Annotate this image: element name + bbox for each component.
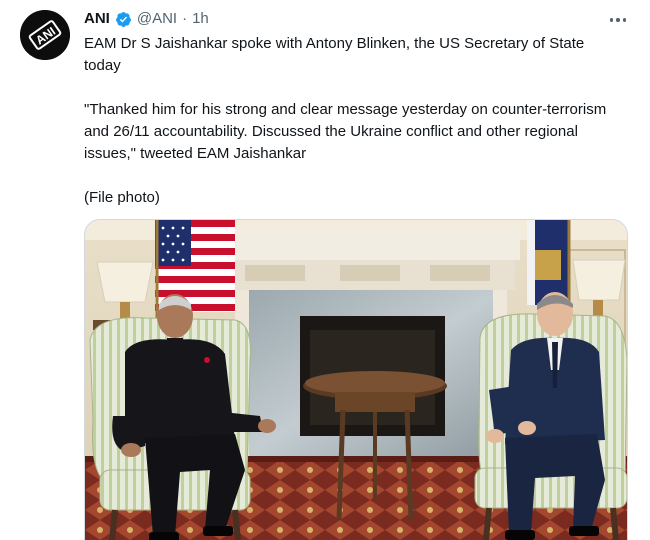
ani-logo-icon[interactable]: ANI — [20, 10, 70, 60]
tweet-photo[interactable] — [84, 219, 628, 540]
separator-dot: · — [182, 10, 188, 27]
tweet-header: ANI @ANI · 1h — [84, 9, 209, 29]
tweet-timestamp[interactable]: 1h — [192, 9, 209, 29]
tweet-paragraph-1: EAM Dr S Jaishankar spoke with Antony Bl… — [84, 35, 585, 74]
more-options-icon[interactable] — [606, 10, 630, 30]
tweet-text: EAM Dr S Jaishankar spoke with Antony Bl… — [84, 33, 624, 209]
author-handle[interactable]: @ANI — [137, 9, 177, 29]
tweet-paragraph-2: "Thanked him for his strong and clear me… — [84, 101, 607, 162]
photo-illustration — [85, 220, 627, 540]
tweet-paragraph-3: (File photo) — [84, 189, 160, 206]
verified-badge-icon — [115, 11, 131, 27]
tweet-card[interactable]: ANI ANI @ANI · 1h EAM Dr S Jaishankar sp… — [0, 0, 650, 540]
author-name[interactable]: ANI — [84, 9, 110, 29]
